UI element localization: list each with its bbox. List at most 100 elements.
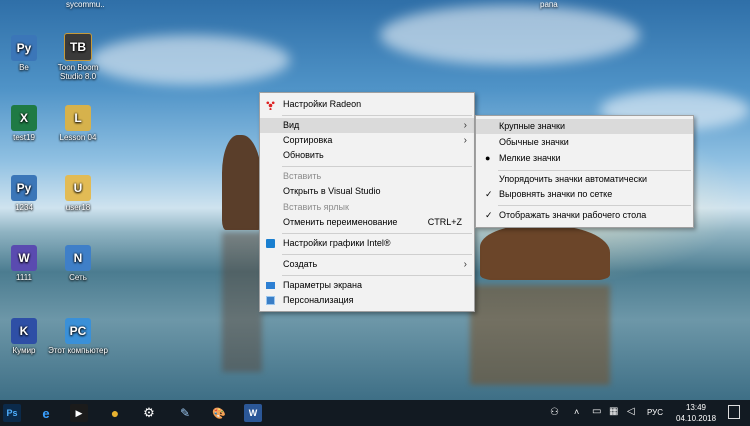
check-icon: ✓ <box>485 210 493 220</box>
menu-separator <box>282 275 472 276</box>
desktop-icon-toon-boom[interactable]: TB Toon Boom Studio 8.0 <box>48 33 108 81</box>
desktop-icon-1234[interactable]: Py 1234 <box>0 175 54 212</box>
menu-item-label: Создать <box>283 259 318 269</box>
desktop-icon-kumir[interactable]: K Кумир <box>0 318 54 355</box>
taskbar: Ps e ▶ ● ⚙ ✎ 🎨 W ⚇ ˄ ▭ ▦ ◁ РУС 13:49 04.… <box>0 400 750 426</box>
desktop-icon-label: Lesson 04 <box>59 133 97 142</box>
desktop-icon-user18[interactable]: U user18 <box>48 175 108 212</box>
menu-item-label: Вставить ярлык <box>283 202 349 212</box>
menu-item-shortcut: CTRL+Z <box>427 217 462 227</box>
bullet-icon: ● <box>485 153 491 163</box>
media-player-icon[interactable]: ▶ <box>70 404 88 422</box>
radeon-icon <box>266 100 275 111</box>
view-submenu: Крупные значки Обычные значки ● Мелкие з… <box>475 115 694 228</box>
menu-item-label: Вид <box>283 120 300 130</box>
wallpaper-cloud <box>90 35 290 85</box>
check-icon: ✓ <box>485 189 493 199</box>
desktop-icon-this-pc[interactable]: PC Этот компьютер <box>48 318 108 355</box>
language-indicator[interactable]: РУС <box>647 408 663 417</box>
menu-separator <box>282 254 472 255</box>
submenu-item-show-desktop-icons[interactable]: ✓ Отображать значки рабочего стола <box>476 208 693 223</box>
chevron-right-icon: › <box>463 135 467 146</box>
photoshop-icon[interactable]: Ps <box>3 404 21 422</box>
menu-item-intel-graphics[interactable]: Настройки графики Intel® <box>260 236 474 251</box>
chevron-right-icon: › <box>463 120 467 131</box>
top-label: sycommu.. <box>66 0 105 9</box>
toon-boom-icon: TB <box>64 33 92 61</box>
menu-item-sort[interactable]: Сортировка › <box>260 133 474 148</box>
desktop-icon-1111[interactable]: W 1111 <box>0 245 54 282</box>
desktop-icon-label: test19 <box>13 133 35 142</box>
menu-item-radeon-settings[interactable]: Настройки Radeon <box>260 97 474 112</box>
submenu-item-label: Обычные значки <box>499 137 569 147</box>
menu-item-paste[interactable]: Вставить <box>260 169 474 184</box>
paint-brush-icon[interactable]: ✎ <box>176 404 194 422</box>
desktop-icon-be[interactable]: Py Be <box>0 35 54 72</box>
desktop-icon-label: 1234 <box>15 203 33 212</box>
document-icon: W <box>11 245 37 271</box>
volume-icon[interactable]: ◁ <box>627 406 635 417</box>
submenu-item-small-icons[interactable]: ● Мелкие значки <box>476 151 693 166</box>
menu-separator <box>498 170 691 171</box>
desktop-icon-label: Кумир <box>12 346 36 355</box>
computer-icon: PC <box>65 318 91 344</box>
menu-separator <box>282 166 472 167</box>
python-file-icon: Py <box>11 175 37 201</box>
desktop-icon-label: user18 <box>65 203 91 212</box>
desktop-icon-label: Be <box>19 63 29 72</box>
battery-icon[interactable]: ▭ <box>592 406 601 417</box>
display-settings-icon <box>266 282 275 289</box>
edge-icon[interactable]: e <box>37 404 55 422</box>
menu-item-label: Отменить переименование <box>283 217 398 227</box>
menu-item-new[interactable]: Создать › <box>260 257 474 272</box>
personalization-icon <box>266 296 275 305</box>
submenu-item-auto-arrange[interactable]: Упорядочить значки автоматически <box>476 172 693 187</box>
word-icon[interactable]: W <box>244 404 262 422</box>
menu-separator <box>282 115 472 116</box>
menu-item-personalization[interactable]: Персонализация <box>260 293 474 308</box>
desktop-icon-network[interactable]: N Сеть <box>48 245 108 282</box>
intel-graphics-icon <box>266 239 275 248</box>
clock[interactable]: 13:49 04.10.2018 <box>676 402 716 424</box>
wallpaper-rock <box>480 225 610 280</box>
people-icon[interactable]: ⚇ <box>550 407 559 418</box>
menu-item-undo-rename[interactable]: Отменить переименование CTRL+Z <box>260 215 474 230</box>
menu-item-label: Параметры экрана <box>283 280 362 290</box>
notification-center-icon[interactable] <box>728 405 740 419</box>
menu-item-refresh[interactable]: Обновить <box>260 148 474 163</box>
clock-date: 04.10.2018 <box>676 414 717 423</box>
menu-item-label: Персонализация <box>283 295 354 305</box>
submenu-item-medium-icons[interactable]: Обычные значки <box>476 135 693 150</box>
network-tray-icon[interactable]: ▦ <box>609 406 618 417</box>
desktop-icon-label: Toon Boom Studio 8.0 <box>57 63 99 81</box>
palette-icon[interactable]: 🎨 <box>210 404 228 422</box>
menu-item-open-visual-studio[interactable]: Открыть в Visual Studio <box>260 184 474 199</box>
menu-item-label: Сортировка <box>283 135 333 145</box>
submenu-item-label: Мелкие значки <box>499 153 561 163</box>
submenu-item-label: Отображать значки рабочего стола <box>499 210 647 220</box>
submenu-item-label: Крупные значки <box>499 121 566 131</box>
settings-icon[interactable]: ⚙ <box>140 404 158 422</box>
menu-item-label: Настройки Radeon <box>283 99 362 109</box>
wallpaper-cloud <box>380 5 640 65</box>
desktop-icon-label: 1111 <box>15 273 32 282</box>
python-file-icon: Py <box>11 35 37 61</box>
folder-icon: L <box>65 105 91 131</box>
chevron-up-icon[interactable]: ˄ <box>574 407 579 417</box>
desktop-icon-lesson-04[interactable]: L Lesson 04 <box>48 105 108 142</box>
clock-time: 13:49 <box>685 403 707 412</box>
kumir-icon: K <box>11 318 37 344</box>
submenu-item-large-icons[interactable]: Крупные значки <box>476 119 693 134</box>
user-folder-icon: U <box>65 175 91 201</box>
menu-item-paste-shortcut[interactable]: Вставить ярлык <box>260 200 474 215</box>
menu-item-display-settings[interactable]: Параметры экрана <box>260 278 474 293</box>
desktop-icon-test19[interactable]: X test19 <box>0 105 54 142</box>
submenu-item-align-to-grid[interactable]: ✓ Выровнять значки по сетке <box>476 187 693 202</box>
menu-item-view[interactable]: Вид › <box>260 118 474 133</box>
chrome-icon[interactable]: ● <box>106 404 124 422</box>
menu-separator <box>498 205 691 206</box>
chevron-right-icon: › <box>463 259 467 270</box>
submenu-item-label: Упорядочить значки автоматически <box>499 174 648 184</box>
desktop-context-menu: Настройки Radeon Вид › Сортировка › Обно… <box>259 92 475 312</box>
desktop-icon-label: Этот компьютер <box>48 346 108 355</box>
